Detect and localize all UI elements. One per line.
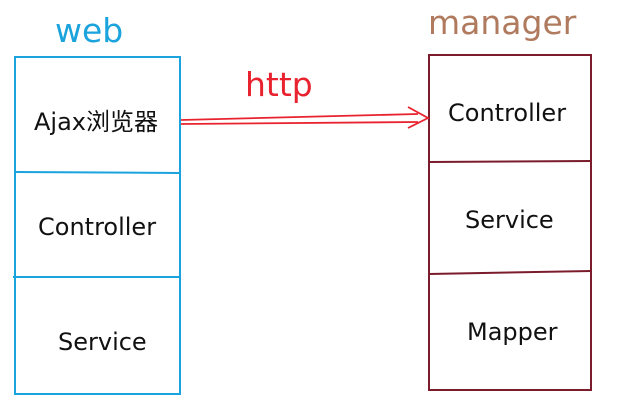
- web-divider-1: [14, 171, 181, 174]
- http-arrow-head: [407, 106, 430, 129]
- manager-layer-controller: Controller: [448, 99, 567, 127]
- manager-layer-mapper: Mapper: [467, 318, 558, 346]
- manager-divider-2: [428, 270, 592, 275]
- http-arrow: [180, 106, 430, 129]
- http-arrow-line-lower: [180, 121, 419, 125]
- web-layer-controller: Controller: [38, 213, 157, 241]
- manager-divider-1: [428, 160, 592, 163]
- web-layer-service: Service: [58, 328, 147, 356]
- web-layer-ajax-browser: Ajax浏览器: [34, 108, 158, 136]
- http-arrow-line-upper: [180, 113, 419, 121]
- manager-layer-service: Service: [465, 206, 554, 234]
